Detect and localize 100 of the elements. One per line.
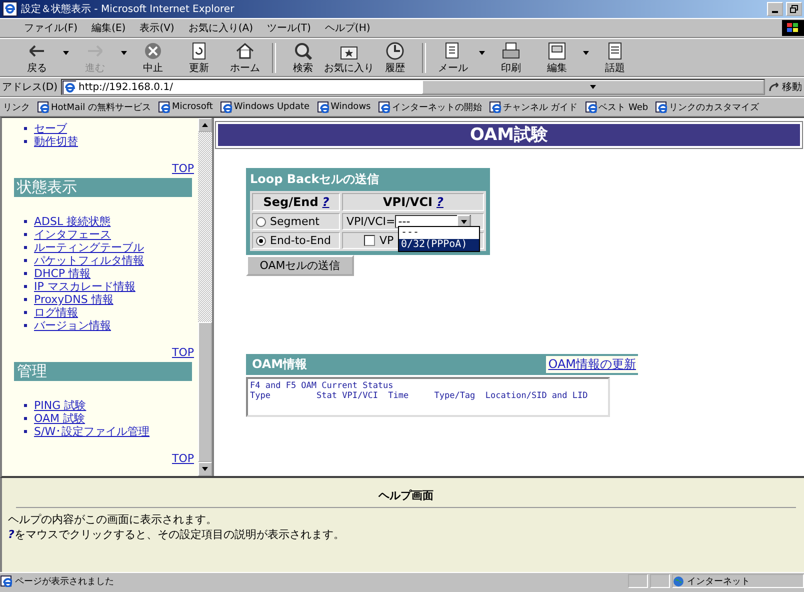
page-icon — [488, 101, 501, 113]
restore-icon — [790, 5, 798, 13]
sidebar-link[interactable]: DHCP 情報 — [34, 267, 91, 280]
toolbar-button[interactable]: メール — [430, 40, 476, 74]
sidebar-link[interactable]: バージョン情報 — [34, 319, 111, 332]
toolbar-button[interactable]: 更新 — [176, 40, 222, 74]
go-arrow-icon — [768, 81, 780, 93]
scrollbar[interactable] — [198, 118, 214, 476]
sidebar-link[interactable]: インタフェース — [34, 228, 111, 241]
toolbar-button[interactable]: 検索 — [280, 40, 326, 74]
top-link[interactable]: TOP — [172, 162, 194, 175]
radio-button[interactable] — [256, 216, 266, 227]
top-link[interactable]: TOP — [172, 452, 194, 465]
bullet-icon — [24, 259, 27, 262]
link-button[interactable]: Windows Update — [220, 101, 310, 113]
search-icon — [293, 40, 313, 60]
send-button[interactable]: OAMセルの送信 — [246, 255, 354, 276]
page-icon — [378, 101, 390, 113]
sidebar-link[interactable]: ルーティングテーブル — [34, 241, 144, 254]
window-title: 設定＆状態表示 - Microsoft Internet Explorer — [21, 2, 236, 16]
zone-text: インターネット — [687, 576, 750, 588]
minimize-button[interactable] — [767, 2, 783, 16]
radio-label: End-to-End — [270, 234, 331, 248]
dropdown-option[interactable]: --- — [399, 227, 479, 239]
top-link[interactable]: TOP — [172, 346, 194, 359]
toolbar-button[interactable]: 印刷 — [488, 40, 534, 74]
link-button[interactable]: HotMail の無料サービス — [37, 100, 151, 114]
panel-title: Loop Backセルの送信 — [250, 171, 380, 188]
bullet-icon — [24, 404, 27, 407]
link-button[interactable]: Windows — [316, 101, 371, 113]
checkbox-label: VP — [379, 234, 394, 248]
status-text: ページが表示されました — [15, 576, 114, 588]
menu-item[interactable]: お気に入り(A) — [182, 20, 259, 36]
help-text: ヘルプの内容がこの画面に表示されます。 — [8, 512, 218, 527]
dropdown-option[interactable]: 0/32(PPPoA) — [399, 239, 479, 251]
help-text: ?をマウスでクリックすると、その設定項目の説明が表示されます。 — [8, 527, 346, 542]
panel-title: OAM情報 — [252, 356, 308, 374]
address-field[interactable]: http://192.168.0.1/ — [60, 79, 765, 95]
menu-item[interactable]: 表示(V) — [134, 20, 180, 36]
sidebar-link[interactable]: S/W･設定ファイル管理 — [34, 425, 150, 438]
bullet-icon — [24, 233, 27, 236]
dropdown-arrow-icon[interactable] — [588, 83, 597, 91]
menu-item[interactable]: ツール(T) — [261, 20, 317, 36]
toolbar-button[interactable]: 中止 — [130, 40, 176, 74]
address-label: アドレス(D) — [2, 81, 58, 94]
page-icon — [37, 101, 49, 113]
dropdown-arrow-icon[interactable] — [582, 49, 590, 57]
edit-page-icon — [547, 40, 567, 60]
stop-icon — [143, 40, 163, 60]
page-icon — [0, 575, 12, 587]
sidebar-link[interactable]: パケットフィルタ情報 — [34, 254, 144, 267]
windows-logo-icon — [782, 20, 804, 36]
refresh-link[interactable]: OAM情報の更新 — [546, 356, 638, 374]
bullet-icon — [24, 127, 27, 130]
dropdown-arrow-icon[interactable] — [478, 49, 486, 57]
menu-item[interactable]: ヘルプ(H) — [318, 20, 376, 36]
section-heading: 管理 — [14, 362, 192, 381]
links-label: リンク — [3, 102, 30, 114]
toolbar-button[interactable]: 話題 — [592, 40, 638, 74]
dropdown-arrow-icon[interactable] — [460, 218, 468, 226]
toolbar-button[interactable]: 編集 — [534, 40, 580, 74]
sidebar-link[interactable]: OAM 試験 — [34, 412, 85, 425]
link-button[interactable]: チャンネル ガイド — [488, 100, 578, 114]
sidebar-link[interactable]: ADSL 接続状態 — [34, 215, 111, 228]
menu-item[interactable]: 編集(E) — [86, 20, 132, 36]
toolbar-button[interactable]: 戻る — [14, 40, 60, 74]
checkbox[interactable] — [364, 235, 376, 246]
link-button[interactable]: Microsoft — [158, 101, 213, 113]
sidebar-link[interactable]: ProxyDNS 情報 — [34, 293, 114, 306]
page-icon — [655, 101, 668, 113]
link-button[interactable]: インターネットの開始 — [378, 100, 482, 114]
page-icon — [158, 101, 170, 113]
scroll-up-icon[interactable] — [201, 121, 209, 129]
status-text-area: F4 and F5 OAM Current Status Type Stat VPI/VCI Time Type/Tag Location/SID and LID — [246, 377, 610, 418]
sidebar-link[interactable]: IP マスカレード情報 — [34, 280, 136, 293]
bullet-icon — [24, 417, 27, 420]
radio-button[interactable] — [256, 236, 266, 246]
link-button[interactable]: ベスト Web — [584, 100, 648, 114]
clock-icon — [385, 40, 405, 60]
page-icon — [220, 101, 232, 113]
field-label: VPI/VCI= — [346, 215, 396, 228]
scroll-down-icon[interactable] — [201, 465, 209, 473]
page-icon — [316, 101, 329, 113]
column-header: VPI/VCI ? — [342, 193, 484, 211]
menu-item[interactable]: ファイル(F) — [18, 20, 84, 36]
bullet-icon — [24, 324, 27, 327]
sidebar-link[interactable]: ログ情報 — [34, 306, 78, 319]
bullet-icon — [24, 298, 27, 301]
go-button[interactable]: 移動 — [768, 80, 802, 94]
sidebar-link[interactable]: PING 試験 — [34, 399, 86, 412]
sidebar-link[interactable]: 動作切替 — [34, 135, 78, 148]
link-button[interactable]: リンクのカスタマイズ — [655, 100, 760, 114]
sidebar-link[interactable]: セーブ — [34, 122, 67, 135]
toolbar-button[interactable]: 履歴 — [372, 40, 418, 74]
dropdown-arrow-icon[interactable] — [62, 49, 70, 57]
toolbar-button[interactable]: ホーム — [222, 40, 268, 74]
toolbar-button[interactable]: お気に入り — [326, 40, 372, 74]
restore-button[interactable] — [786, 2, 802, 16]
section-heading: 状態表示 — [14, 178, 192, 197]
bullet-icon — [24, 246, 27, 249]
